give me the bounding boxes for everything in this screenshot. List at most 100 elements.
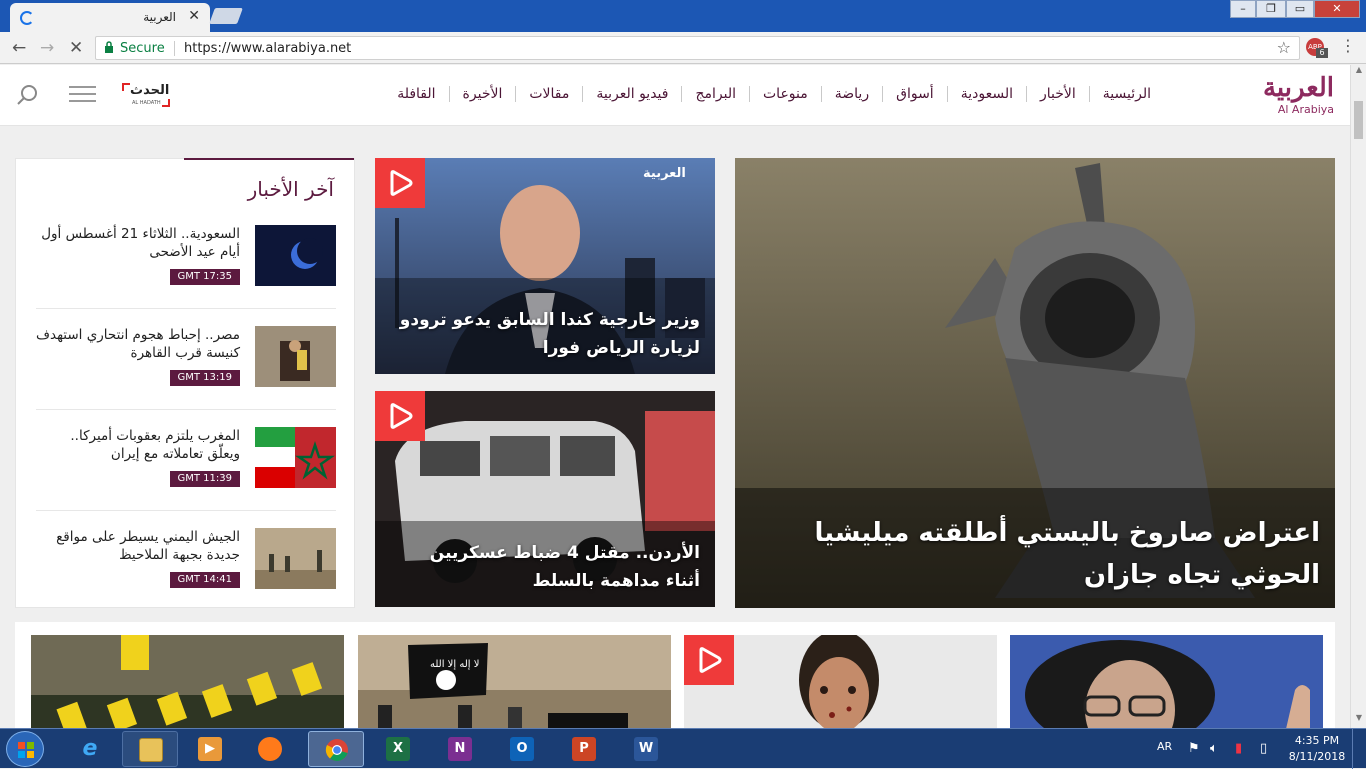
nav-last[interactable]: الأخيرة (448, 86, 516, 102)
taskbar-onenote[interactable]: N (432, 731, 488, 767)
nav-news[interactable]: الأخبار (1025, 86, 1089, 102)
site-header: العربية Al Arabiya الرئيسية الأخبار السع… (0, 65, 1350, 126)
nav-sports[interactable]: رياضة (820, 86, 882, 102)
file-explorer-icon (139, 738, 163, 762)
nav-variety[interactable]: منوعات (749, 86, 821, 102)
stop-loading-icon[interactable]: ✕ (69, 38, 83, 58)
browser-tab[interactable]: العربية ✕ (10, 3, 210, 32)
back-arrow-icon[interactable]: ← (12, 38, 26, 58)
secure-label: Secure (120, 41, 165, 56)
soldiers-image (255, 528, 336, 589)
cairo-attack-thumbnail (255, 326, 336, 387)
network-icon[interactable]: ▮ (1235, 741, 1242, 756)
nav-caravan[interactable]: القافلة (384, 86, 448, 102)
news-item[interactable]: الجيش اليمني يسيطر على مواقع جديدة بجبهة… (36, 511, 336, 612)
hadath-text: الحدث (130, 83, 170, 98)
story-card-canada[interactable]: العربية وزير خارجية كندا السابق يدعو ترو… (375, 158, 715, 374)
play-icon (390, 403, 413, 429)
taskbar-excel[interactable]: X (370, 731, 426, 767)
start-button[interactable] (6, 731, 44, 767)
new-tab-button[interactable] (209, 8, 243, 24)
news-item-text: السعودية.. الثلاثاء 21 أغسطس أول أيام عي… (41, 226, 240, 260)
scroll-up-arrow-icon[interactable]: ▲ (1351, 65, 1366, 79)
story-card-khamenei[interactable] (1010, 635, 1323, 728)
forward-arrow-icon[interactable]: → (40, 38, 54, 58)
system-clock[interactable]: 4:35 PM 8/11/2018 (1288, 733, 1346, 765)
address-bar[interactable]: Secure https://www.alarabiya.net ☆ (95, 36, 1300, 60)
nav-markets[interactable]: أسواق (882, 86, 947, 102)
loading-spinner-icon (20, 11, 34, 25)
play-icon (390, 170, 413, 196)
show-desktop-button[interactable] (1352, 729, 1366, 769)
nav-saudi[interactable]: السعودية (946, 86, 1026, 102)
play-video-button[interactable] (375, 391, 425, 441)
nav-video[interactable]: فيديو العربية (582, 86, 681, 102)
nav-programs[interactable]: البرامج (681, 86, 749, 102)
alhadath-logo[interactable]: الحدث AL HADATH (122, 83, 172, 109)
taskbar-chrome[interactable] (308, 731, 364, 767)
clock-date: 8/11/2018 (1288, 750, 1346, 763)
story-headline[interactable]: وزير خارجية كندا السابق يدعو ترودو لزيار… (390, 306, 700, 362)
page-viewport: العربية Al Arabiya الرئيسية الأخبار السع… (0, 65, 1350, 728)
hamburger-menu-icon[interactable] (69, 86, 96, 104)
tray-flag-icon[interactable]: ⚑ (1188, 741, 1200, 756)
flags-image (255, 427, 336, 488)
news-item[interactable]: مصر.. إحباط هجوم انتحاري استهدف كنيسة قر… (36, 309, 336, 410)
main-story-headline[interactable]: اعتراض صاروخ باليستي أطلقته ميليشيا الحو… (750, 512, 1320, 596)
battery-icon[interactable]: ▯ (1260, 741, 1267, 756)
story-card-hezbollah[interactable] (31, 635, 344, 728)
firefox-icon (258, 737, 282, 761)
chrome-icon (325, 739, 348, 761)
taskbar-firefox[interactable] (242, 731, 298, 767)
logo-arabic: العربية (1262, 73, 1334, 103)
latest-news-title: آخر الأخبار (247, 177, 334, 201)
story-card-isis[interactable]: لا إله إلا الله (358, 635, 671, 728)
play-video-button[interactable] (375, 158, 425, 208)
nav-home[interactable]: الرئيسية (1088, 86, 1164, 102)
media-player-icon: ▶ (198, 737, 222, 761)
story-card-jordan[interactable]: الأردن.. مقتل 4 ضباط عسكريين أثناء مداهم… (375, 391, 715, 607)
clock-time: 4:35 PM (1294, 734, 1340, 747)
onenote-icon: N (448, 737, 472, 761)
tab-close-icon[interactable]: ✕ (188, 8, 200, 24)
story-headline[interactable]: الأردن.. مقتل 4 ضباط عسكريين أثناء مداهم… (390, 539, 700, 595)
maximize-button[interactable]: ❐ (1256, 0, 1286, 18)
language-indicator[interactable]: AR (1157, 740, 1172, 753)
taskbar-word[interactable]: W (618, 731, 674, 767)
news-item-time: GMT 14:41 (169, 572, 240, 588)
taskbar-powerpoint[interactable]: P (556, 731, 612, 767)
news-item[interactable]: المغرب يلتزم بعقوبات أميركا.. ويعلّق تعا… (36, 410, 336, 511)
bookmark-star-icon[interactable]: ☆ (1277, 38, 1291, 57)
bottom-stories-row: لا إله إلا الله (15, 622, 1335, 728)
taskbar-outlook[interactable]: O (494, 731, 550, 767)
news-item-text: مصر.. إحباط هجوم انتحاري استهدف كنيسة قر… (35, 327, 240, 361)
news-item-text: المغرب يلتزم بعقوبات أميركا.. ويعلّق تعا… (70, 428, 240, 462)
scroll-down-arrow-icon[interactable]: ▼ (1351, 713, 1366, 727)
taskbar-file-explorer[interactable] (122, 731, 178, 767)
play-video-button[interactable] (684, 635, 734, 685)
taskbar-media-player[interactable]: ▶ (182, 731, 238, 767)
channel-watermark: العربية (643, 166, 686, 181)
story-card-main[interactable]: اعتراض صاروخ باليستي أطلقته ميليشيا الحو… (735, 158, 1335, 608)
page-scrollbar[interactable]: ▲ ▼ (1350, 65, 1366, 728)
url-text[interactable]: https://www.alarabiya.net (184, 41, 351, 56)
browser-menu-icon[interactable]: ⋮ (1340, 36, 1356, 55)
main-nav: الرئيسية الأخبار السعودية أسواق رياضة من… (384, 86, 1164, 102)
hadath-bracket-top (122, 83, 130, 91)
story-card-child[interactable] (684, 635, 997, 728)
close-window-button[interactable]: ✕ (1314, 0, 1360, 18)
news-item-time: GMT 13:19 (169, 370, 240, 386)
news-item[interactable]: السعودية.. الثلاثاء 21 أغسطس أول أيام عي… (36, 208, 336, 309)
restore-button[interactable]: ▭ (1286, 0, 1314, 18)
news-item-text: الجيش اليمني يسيطر على مواقع جديدة بجبهة… (56, 529, 240, 563)
volume-icon[interactable]: 🔈︎ (1210, 741, 1218, 756)
minimize-button[interactable]: – (1230, 0, 1256, 18)
scrollbar-thumb[interactable] (1354, 101, 1363, 139)
outlook-icon: O (510, 737, 534, 761)
taskbar-internet-explorer[interactable]: e (62, 731, 118, 767)
alarabiya-logo[interactable]: العربية Al Arabiya (1230, 73, 1334, 117)
word-icon: W (634, 737, 658, 761)
extension-badge: 6 (1316, 48, 1328, 58)
nav-articles[interactable]: مقالات (515, 86, 582, 102)
search-icon[interactable] (17, 84, 39, 106)
